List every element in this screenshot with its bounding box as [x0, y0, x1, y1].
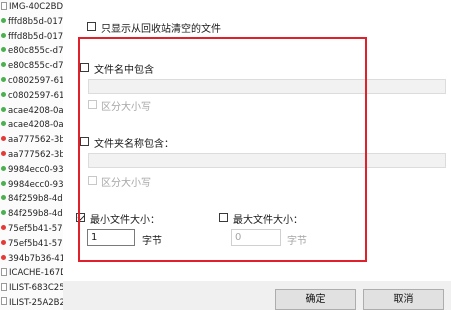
file-name: ILIST-25A2B2 [9, 297, 63, 308]
green-status-icon [1, 62, 6, 68]
file-name: 394b7b36-41f [8, 253, 63, 264]
green-status-icon [1, 106, 6, 112]
file-list-item[interactable]: aa777562-3b6 [0, 148, 63, 163]
red-status-icon [1, 254, 6, 260]
file-list-item[interactable]: acae4208-0ac [0, 104, 63, 119]
green-status-icon [1, 91, 6, 97]
green-status-icon [1, 195, 6, 201]
max-size-label: 最大文件大小： [233, 215, 303, 226]
file-list-item[interactable]: aa777562-3b6 [0, 133, 63, 148]
file-list-item[interactable]: c0802597-617 [0, 89, 63, 104]
file-name: 75ef5b41-571 [8, 238, 63, 249]
only-recycle-label: 只显示从回收站清空的文件 [101, 24, 221, 35]
green-status-icon [1, 165, 6, 171]
folder-contains-checkbox[interactable] [80, 137, 89, 146]
filename-contains-label: 文件名中包含 [94, 65, 154, 76]
file-list-item[interactable]: 9984ecc0-931 [0, 163, 63, 178]
file-name: c0802597-617 [8, 75, 63, 86]
file-list-item[interactable]: 9984ecc0-931 [0, 178, 63, 193]
filter-dialog: 只显示从回收站清空的文件 文件名中包含 区分大小写 文件夹名称包含： 区分大小写… [63, 0, 451, 310]
file-list-item[interactable]: fffd8b5d-0172 [0, 30, 63, 45]
min-size-checkbox[interactable] [76, 213, 85, 222]
file-list-item[interactable]: ILIST-683C25E [0, 281, 63, 296]
file-list-item[interactable]: IMG-40C2BD5 [0, 0, 63, 15]
green-status-icon [1, 121, 6, 127]
only-recycle-checkbox[interactable] [87, 22, 96, 31]
file-name: acae4208-0ac [8, 120, 63, 131]
file-name: acae4208-0ac [8, 105, 63, 116]
max-size-unit: 字节 [287, 236, 307, 247]
file-list-item[interactable]: ICACHE-167D [0, 266, 63, 281]
file-list-item[interactable]: 84f259b8-4da [0, 192, 63, 207]
red-status-icon [1, 150, 6, 156]
file-icon [1, 1, 7, 10]
file-name: e80c855c-d75 [8, 46, 63, 57]
green-status-icon [1, 76, 6, 82]
red-status-icon [1, 224, 6, 230]
red-status-icon [1, 239, 6, 245]
green-status-icon [1, 17, 6, 23]
filename-contains-checkbox[interactable] [80, 63, 89, 72]
max-size-checkbox[interactable] [219, 213, 228, 222]
folder-case-label: 区分大小写 [101, 178, 151, 189]
ok-button[interactable]: 确定 [275, 289, 356, 310]
green-status-icon [1, 47, 6, 53]
file-icon [1, 282, 7, 291]
filename-case-label: 区分大小写 [101, 102, 151, 113]
file-name: aa777562-3b6 [8, 149, 63, 160]
file-name: c0802597-617 [8, 90, 63, 101]
min-size-input[interactable]: 1 [87, 229, 135, 246]
min-size-label: 最小文件大小： [90, 215, 160, 226]
green-status-icon [1, 32, 6, 38]
folder-case-checkbox[interactable] [88, 176, 97, 185]
file-list-item[interactable]: acae4208-0ac [0, 118, 63, 133]
file-name: IMG-40C2BD5 [9, 2, 63, 12]
file-name: 84f259b8-4da [8, 194, 63, 205]
file-icon [1, 267, 7, 276]
cancel-button[interactable]: 取消 [363, 289, 444, 310]
file-name: 9984ecc0-931 [8, 164, 63, 175]
filename-contains-input[interactable] [88, 79, 446, 94]
file-icon [1, 297, 7, 306]
file-name: ICACHE-167D [9, 268, 63, 279]
red-status-icon [1, 136, 6, 142]
file-name: 84f259b8-4da [8, 209, 63, 220]
file-name: fffd8b5d-0172 [8, 31, 63, 42]
file-name: 75ef5b41-571 [8, 223, 63, 234]
file-name: ILIST-683C25E [9, 283, 63, 294]
file-list-item[interactable]: 84f259b8-4da [0, 207, 63, 222]
file-list-item[interactable]: 394b7b36-41f [0, 252, 63, 267]
file-name: e80c855c-d75 [8, 61, 63, 72]
file-list: IMG-40C2BD5 fffd8b5d-0172 fffd8b5d-0172 e80… [0, 0, 64, 310]
file-list-item[interactable]: ILIST-25A2B2 [0, 296, 63, 310]
max-size-input[interactable]: 0 [231, 229, 281, 246]
file-list-item[interactable]: e80c855c-d75 [0, 59, 63, 74]
file-list-item[interactable]: c0802597-617 [0, 74, 63, 89]
file-name: fffd8b5d-0172 [8, 16, 63, 27]
file-list-item[interactable]: 75ef5b41-571 [0, 237, 63, 252]
green-status-icon [1, 180, 6, 186]
green-status-icon [1, 210, 6, 216]
folder-contains-input[interactable] [88, 153, 446, 168]
min-size-unit: 字节 [142, 236, 162, 247]
file-list-item[interactable]: fffd8b5d-0172 [0, 15, 63, 30]
file-list-item[interactable]: e80c855c-d75 [0, 44, 63, 59]
folder-contains-label: 文件夹名称包含： [94, 139, 174, 150]
file-name: aa777562-3b6 [8, 135, 63, 146]
filename-case-checkbox[interactable] [88, 100, 97, 109]
file-name: 9984ecc0-931 [8, 179, 63, 190]
file-list-item[interactable]: 75ef5b41-571 [0, 222, 63, 237]
